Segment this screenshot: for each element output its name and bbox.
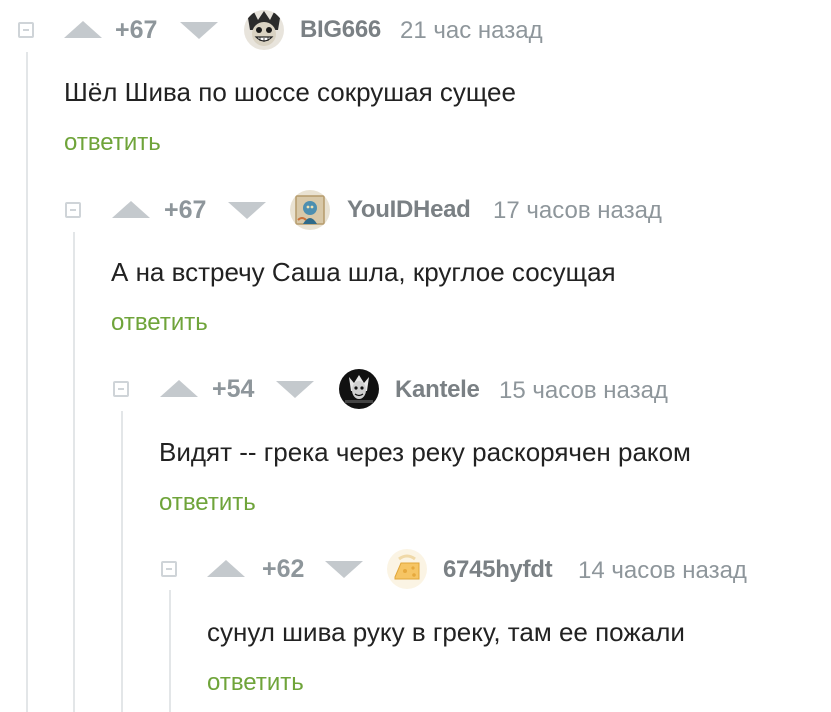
- comment-rating: +54: [212, 375, 255, 403]
- upvote-arrow-icon[interactable]: [207, 560, 245, 577]
- upvote-arrow-icon[interactable]: [160, 380, 198, 397]
- collapse-button[interactable]: [113, 381, 129, 397]
- comment-rating: +62: [262, 555, 305, 583]
- collapse-button[interactable]: [65, 202, 81, 218]
- thread-line[interactable]: [73, 232, 75, 712]
- timestamp[interactable]: 21 час назад: [400, 16, 543, 46]
- reply-link[interactable]: ответить: [207, 668, 304, 698]
- comment-text: Шёл Шива по шоссе сокрушая сущее: [64, 77, 516, 107]
- collapse-button[interactable]: [18, 22, 34, 38]
- username[interactable]: Kantele: [395, 375, 480, 405]
- cheese-avatar-icon[interactable]: [387, 549, 427, 589]
- username[interactable]: YouIDHead: [347, 195, 471, 225]
- comment-text: Видят -- грека через реку раскорячен рак…: [159, 437, 691, 467]
- timestamp[interactable]: 14 часов назад: [578, 556, 747, 586]
- reply-link[interactable]: ответить: [111, 308, 208, 338]
- comment-text: сунул шива руку в греку, там ее пожали: [207, 617, 685, 647]
- downvote-arrow-icon[interactable]: [325, 561, 363, 578]
- reply-link[interactable]: ответить: [159, 488, 256, 518]
- reply-link[interactable]: ответить: [64, 128, 161, 158]
- comment-rating: +67: [164, 196, 207, 224]
- comment-text: А на встречу Саша шла, круглое сосущая: [111, 257, 616, 287]
- upvote-arrow-icon[interactable]: [64, 21, 102, 38]
- grinning-face-avatar-icon[interactable]: [244, 10, 284, 50]
- thread-line[interactable]: [26, 52, 28, 712]
- thread-line[interactable]: [121, 411, 123, 712]
- thread-line[interactable]: [169, 590, 171, 712]
- downvote-arrow-icon[interactable]: [276, 381, 314, 398]
- dark-figure-avatar-icon[interactable]: [339, 369, 379, 409]
- timestamp[interactable]: 15 часов назад: [499, 376, 668, 406]
- painting-avatar-icon[interactable]: [290, 190, 330, 230]
- downvote-arrow-icon[interactable]: [228, 202, 266, 219]
- comment-rating: +67: [115, 16, 158, 44]
- comment-thread: +67 BIG666 21 час назад Шёл Шива по шосс…: [0, 0, 831, 712]
- upvote-arrow-icon[interactable]: [112, 201, 150, 218]
- username[interactable]: 6745hyfdt: [443, 555, 553, 585]
- timestamp[interactable]: 17 часов назад: [493, 196, 662, 226]
- username[interactable]: BIG666: [300, 15, 381, 45]
- collapse-button[interactable]: [161, 561, 177, 577]
- downvote-arrow-icon[interactable]: [180, 22, 218, 39]
